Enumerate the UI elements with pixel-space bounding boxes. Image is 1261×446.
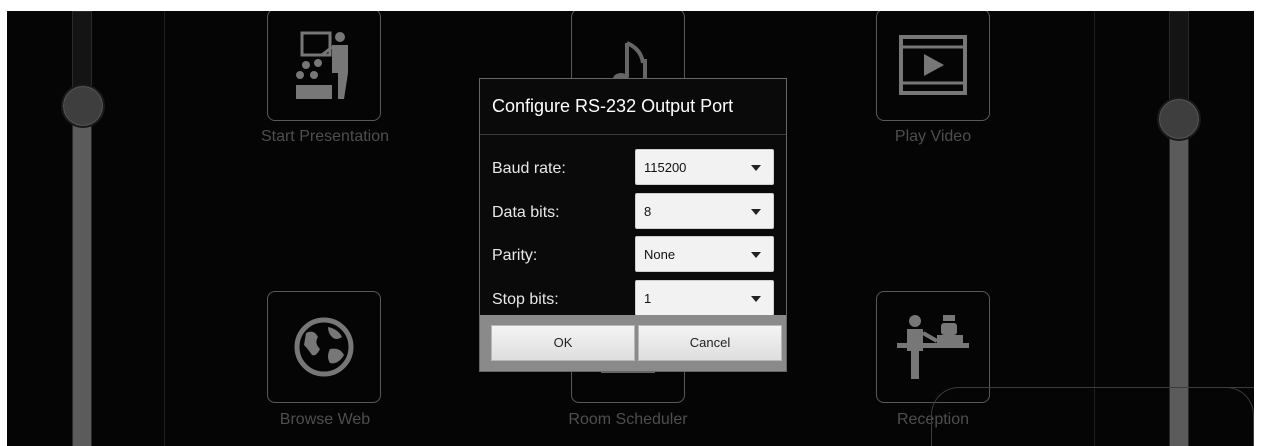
rs232-config-dialog: Configure RS-232 Output Port Baud rate: … xyxy=(479,78,787,372)
home-screen: Start Presentation Play Video Browse Web… xyxy=(7,11,1254,446)
dialog-title: Configure RS-232 Output Port xyxy=(492,96,734,116)
cancel-button[interactable]: Cancel xyxy=(638,325,782,361)
baud-rate-select[interactable]: 115200 xyxy=(635,149,774,185)
dialog-button-bar: OK Cancel xyxy=(480,315,786,371)
dropdown-arrow-icon xyxy=(751,165,761,171)
dropdown-arrow-icon xyxy=(751,209,761,215)
data-bits-label: Data bits: xyxy=(492,204,560,221)
data-bits-select[interactable]: 8 xyxy=(635,193,774,229)
select-value: 8 xyxy=(644,204,652,219)
dropdown-arrow-icon xyxy=(751,296,761,302)
dropdown-arrow-icon xyxy=(751,252,761,258)
select-value: 115200 xyxy=(644,160,687,175)
stop-bits-label: Stop bits: xyxy=(492,291,559,308)
select-value: None xyxy=(644,247,676,262)
parity-label: Parity: xyxy=(492,247,538,264)
dialog-divider xyxy=(480,134,786,135)
ok-button[interactable]: OK xyxy=(491,325,635,361)
select-value: 1 xyxy=(644,291,652,306)
stop-bits-select[interactable]: 1 xyxy=(635,280,774,316)
baud-rate-label: Baud rate: xyxy=(492,160,566,177)
parity-select[interactable]: None xyxy=(635,236,774,272)
